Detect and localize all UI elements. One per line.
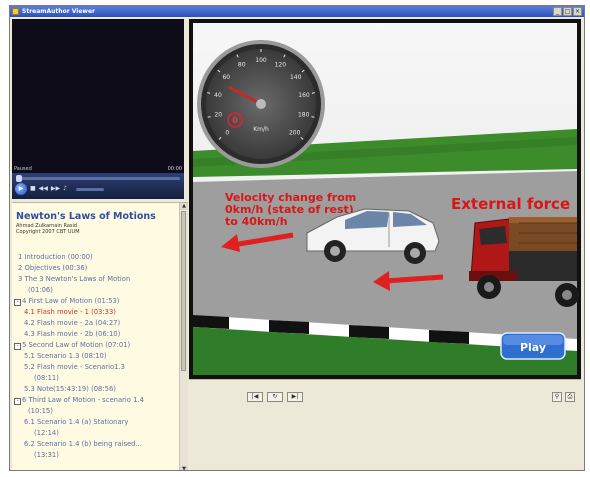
toc-item-label: 4.3 Flash movie - 2b (06:10) (24, 330, 121, 338)
toc-item-label: 5 Second Law of Motion (07:01) (22, 341, 131, 349)
toc-title: Newton's Laws of Motions (16, 211, 156, 222)
toc-item[interactable]: -6 Third Law of Motion - scenario 1.4 (14, 396, 144, 405)
scroll-down-icon[interactable]: ▼ (180, 466, 188, 470)
play-button[interactable]: Play (500, 332, 566, 360)
toc-item-label: 5.1 Scenario 1.3 (08:10) (24, 352, 107, 360)
toc-item-label: 5.3 Note(15:43:19) (08:56) (24, 385, 116, 393)
volume-icon[interactable]: ♪ (63, 185, 67, 193)
stop-icon[interactable]: ■ (30, 185, 36, 193)
title-bar: StreamAuthor Viewer _ □ × (10, 6, 584, 17)
volume-slider[interactable] (75, 187, 104, 191)
gauge-tick-mark (311, 92, 315, 94)
toc-item-label: 6 Third Law of Motion - scenario 1.4 (22, 396, 144, 404)
rewind-icon[interactable]: ◀◀ (39, 185, 48, 193)
toc-item[interactable]: 5.1 Scenario 1.3 (08:10) (24, 352, 107, 360)
gauge-tick-label: 200 (289, 129, 301, 136)
play-label: Play (520, 341, 546, 354)
toc-item-label: 4.1 Flash movie - 1 (03:33) (24, 308, 116, 316)
toc-item[interactable]: (10:15) (28, 407, 53, 415)
animation-stage: 0 20 40 60 80 100 120 140 160 180 200 Km/h 0 Veloc… (189, 19, 581, 379)
previous-slide-icon[interactable]: |◀ (247, 392, 263, 402)
window-title: StreamAuthor Viewer (22, 8, 95, 15)
velocity-line-3: to 40km/h (225, 215, 288, 228)
speed-value: 0 (232, 116, 238, 125)
collapse-icon[interactable]: - (14, 299, 21, 306)
toc-item-label: 6.2 Scenario 1.4 (b) being raised... (24, 440, 142, 448)
toc-item[interactable]: 6.1 Scenario 1.4 (a) Stationary (24, 418, 128, 426)
external-force-label: External force (451, 195, 570, 213)
toc-item[interactable]: 5.3 Note(15:43:19) (08:56) (24, 385, 116, 393)
toc-item-label: 5.2 Flash movie - Scenario1.3 (24, 363, 125, 371)
toc-item[interactable]: (12:14) (34, 429, 59, 437)
toc-item[interactable]: 2 Objectives (00:36) (18, 264, 87, 272)
play-icon[interactable]: ▶ (15, 183, 27, 195)
collapse-icon[interactable]: - (14, 343, 21, 350)
speedometer: 0 20 40 60 80 100 120140 160 180 200 Km/h 0 (197, 40, 325, 168)
minimize-button[interactable]: _ (553, 7, 562, 16)
table-of-contents: Newton's Laws of Motions Ahmad Zulkarnai… (12, 202, 188, 470)
toc-item-label: (12:14) (34, 429, 59, 437)
toc-item[interactable]: 4.2 Flash movie - 2a (04:27) (24, 319, 120, 327)
toc-item[interactable]: 1 Introduction (00:00) (18, 253, 93, 261)
seek-bar[interactable] (16, 175, 180, 182)
gauge-tick-label: 80 (238, 62, 246, 69)
forward-icon[interactable]: ▶▶ (51, 185, 60, 193)
toc-item[interactable]: 4.3 Flash movie - 2b (06:10) (24, 330, 120, 338)
toc-item[interactable]: 5.2 Flash movie - Scenario1.3 (24, 363, 125, 371)
toc-item[interactable]: 3 The 3 Newton's Laws of Motion (18, 275, 130, 283)
toc-item[interactable]: 4.1 Flash movie - 1 (03:33) (24, 308, 116, 316)
gauge-tick-label: 0 (225, 129, 229, 136)
gauge-tick-label: 20 (214, 112, 222, 119)
next-slide-icon[interactable]: ▶| (287, 392, 303, 402)
viewer-window: StreamAuthor Viewer _ □ × Paused 00:00 ▶… (9, 5, 585, 471)
toc-item-label: (13:31) (34, 451, 59, 459)
gauge-tick-label: 160 (298, 92, 310, 99)
gauge-tick-mark (207, 92, 211, 94)
collapse-icon[interactable]: - (14, 398, 21, 405)
player-controls: ▶ ■ ◀◀ ▶▶ ♪ (12, 173, 184, 199)
gauge-tick-label: 180 (298, 112, 310, 119)
toc-item-label: (08:11) (34, 374, 59, 382)
gauge-tick-label: 140 (290, 74, 302, 81)
toc-item[interactable]: (01:06) (28, 286, 53, 294)
scroll-up-icon[interactable]: ▲ (180, 203, 188, 210)
zoom-icon[interactable]: ⚲ (552, 392, 562, 402)
navigation-bar: |◀ ↻ ▶| ⚲ ⎙ (189, 379, 581, 470)
toc-item[interactable]: (13:31) (34, 451, 59, 459)
toc-item-label: 3 The 3 Newton's Laws of Motion (18, 275, 131, 283)
gauge-tick-label: 100 (255, 57, 267, 64)
toc-item-label: 4 First Law of Motion (01:53) (22, 297, 120, 305)
gauge-tick-label: 40 (214, 92, 222, 99)
player-status: Paused (14, 166, 32, 172)
close-button[interactable]: × (573, 7, 582, 16)
gauge-tick-mark (207, 116, 211, 118)
gauge-tick-mark (311, 116, 315, 118)
toc-item-label: (10:15) (28, 407, 53, 415)
toc-item-label: 1 Introduction (00:00) (18, 253, 93, 261)
video-pane: Paused 00:00 (12, 19, 184, 173)
gauge-tick-label: 60 (222, 74, 230, 81)
toc-item-label: 6.1 Scenario 1.4 (a) Stationary (24, 418, 129, 426)
toc-item-label: 2 Objectives (00:36) (18, 264, 88, 272)
toc-item-label: (01:06) (28, 286, 53, 294)
app-icon (12, 8, 19, 15)
seek-knob[interactable] (16, 175, 22, 182)
gauge-tick-label: 120 (275, 62, 287, 69)
toc-scrollbar[interactable]: ▲ ▼ (179, 203, 188, 470)
toc-item-label: 4.2 Flash movie - 2a (04:27) (24, 319, 121, 327)
replay-icon[interactable]: ↻ (267, 392, 283, 402)
speed-units: Km/h (253, 126, 269, 133)
scroll-thumb[interactable] (181, 211, 186, 371)
toc-item[interactable]: -5 Second Law of Motion (07:01) (14, 341, 130, 350)
print-icon[interactable]: ⎙ (565, 392, 575, 402)
player-time: 00:00 (167, 166, 182, 172)
physics-animation: 020406080100120140160180200 Km/h 0 Veloc… (189, 19, 581, 379)
toc-item[interactable]: 6.2 Scenario 1.4 (b) being raised... (24, 440, 142, 448)
toc-item[interactable]: -4 First Law of Motion (01:53) (14, 297, 119, 306)
maximize-button[interactable]: □ (563, 7, 572, 16)
toc-copyright: Copyright 2007 CBT UUM (16, 229, 80, 235)
toc-item[interactable]: (08:11) (34, 374, 59, 382)
